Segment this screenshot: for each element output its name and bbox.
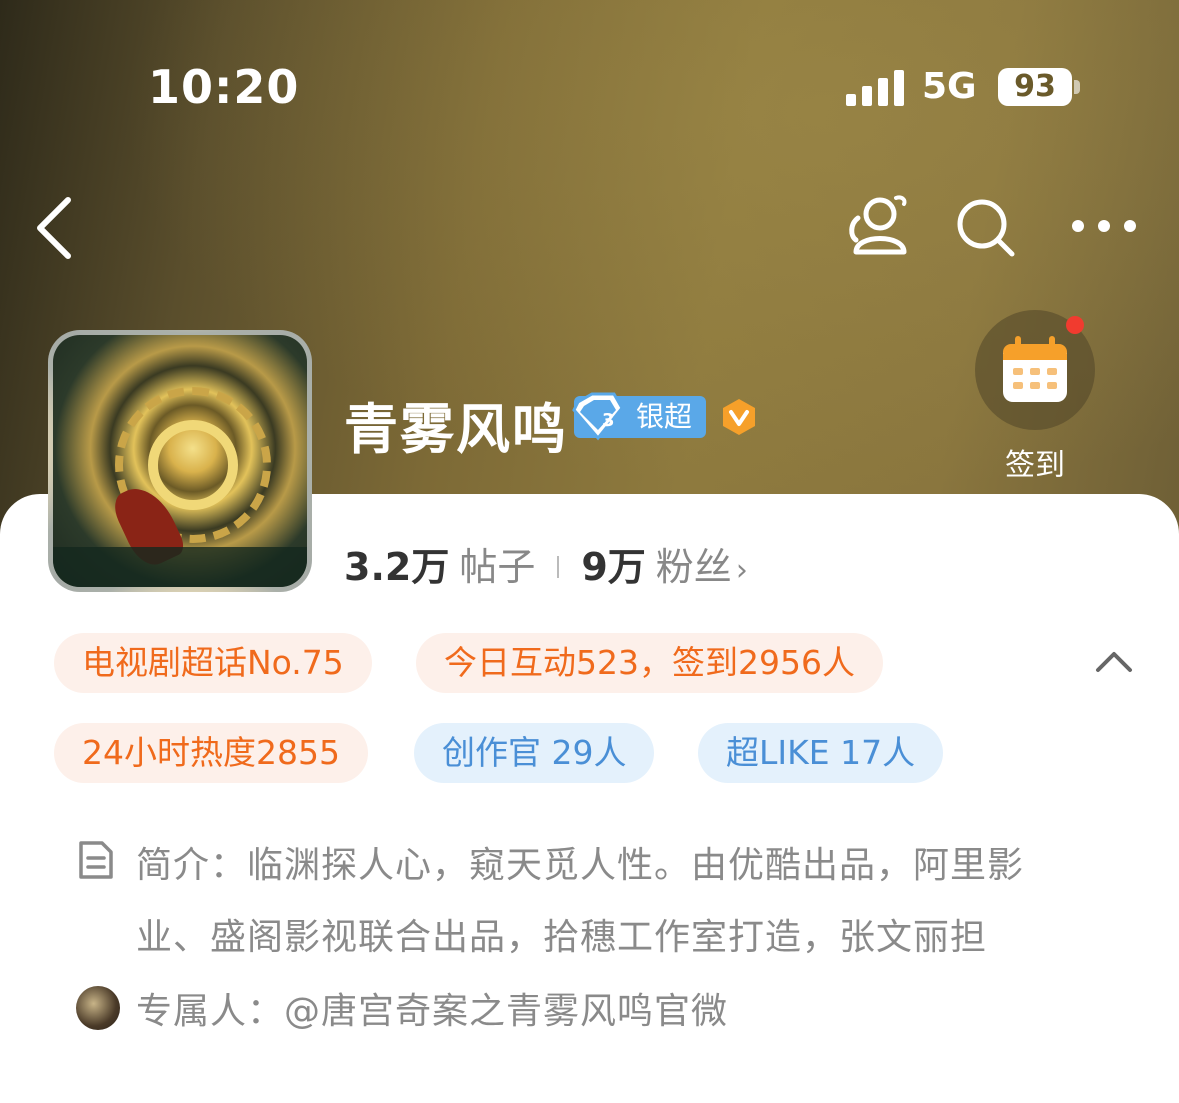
owner-avatar[interactable] [76, 986, 120, 1030]
notification-dot [1066, 316, 1084, 334]
chevron-right-icon[interactable]: › [736, 553, 748, 588]
tag-today-activity[interactable]: 今日互动523，签到2956人 [416, 633, 883, 693]
topic-title: 青雾风鸣 [344, 398, 568, 461]
posts-label: 帖子 [459, 545, 536, 589]
document-icon [78, 840, 114, 884]
network-type: 5G [922, 66, 977, 107]
silver-super-badge[interactable]: 3 银超 [572, 392, 706, 441]
signal-icon [846, 70, 906, 106]
battery-tip [1074, 80, 1080, 94]
status-time: 10:20 [148, 60, 300, 114]
fans-count[interactable]: 9万 [581, 545, 645, 589]
stats-divider [557, 556, 560, 578]
topic-owner[interactable]: 专属人：@唐宫奇案之青雾风鸣官微 [136, 982, 728, 1034]
diamond-icon: 3 [572, 392, 624, 442]
posts-count: 3.2万 [344, 545, 450, 589]
avatar-art-base [53, 547, 307, 587]
svg-text:3: 3 [602, 410, 615, 431]
battery-icon: 93 [998, 68, 1072, 106]
search-icon[interactable] [954, 196, 1016, 262]
topic-avatar[interactable] [48, 330, 312, 592]
tag-tv-rank[interactable]: 电视剧超话No.75 [54, 633, 372, 693]
badge-label: 银超 [636, 400, 693, 433]
more-icon[interactable] [1070, 218, 1138, 238]
fans-label[interactable]: 粉丝 [656, 545, 732, 589]
checkin-label[interactable]: 签到 [1005, 440, 1065, 484]
back-icon[interactable] [34, 196, 74, 264]
tag-super-like[interactable]: 超LIKE 17人 [698, 723, 944, 783]
v-badge-icon [720, 398, 758, 436]
topic-stats: 3.2万 帖子 9万 粉丝 › [344, 536, 748, 591]
user-group-icon[interactable] [844, 190, 914, 264]
tag-creators[interactable]: 创作官 29人 [414, 723, 655, 783]
tag-24h-heat[interactable]: 24小时热度2855 [54, 723, 368, 783]
intro-fade [1000, 900, 1110, 960]
chevron-up-icon[interactable] [1094, 646, 1134, 676]
topic-intro[interactable]: 简介：临渊探人心，窥天觅人性。由优酷出品，阿里影业、盛阁影视联合出品，拾穗工作室… [136, 830, 1096, 974]
avatar-art-ring-inner [148, 420, 238, 510]
